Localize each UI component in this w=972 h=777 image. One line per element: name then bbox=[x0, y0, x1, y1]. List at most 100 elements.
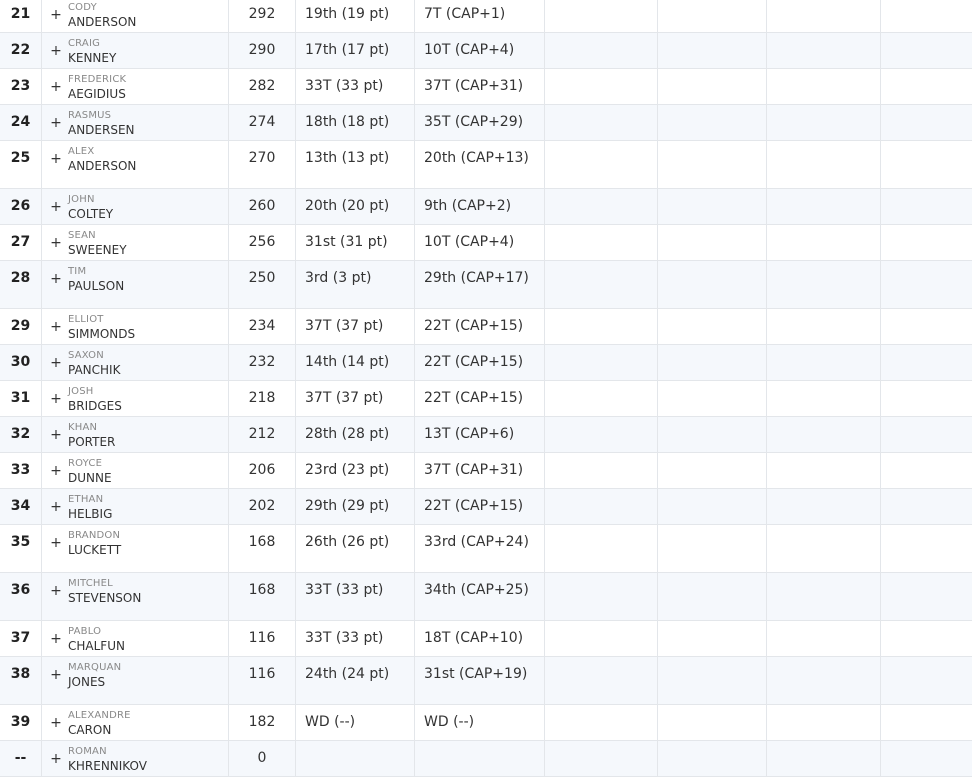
expand-plus-icon[interactable]: + bbox=[44, 584, 68, 598]
expand-plus-icon[interactable]: + bbox=[44, 356, 68, 370]
empty-cell bbox=[767, 525, 881, 573]
position: 31 bbox=[11, 390, 30, 406]
expand-plus-icon[interactable]: + bbox=[44, 272, 68, 286]
position-cell: 28 bbox=[0, 261, 42, 309]
round2-cell: 22T (CAP+15) bbox=[415, 309, 545, 345]
position: 35 bbox=[11, 534, 30, 550]
total-points-cell: 270 bbox=[229, 141, 296, 189]
total-points: 202 bbox=[249, 498, 276, 514]
round2-cell: 29th (CAP+17) bbox=[415, 261, 545, 309]
table-row: 36 + Mitchel Stevenson 168 33T (33 pt) 3… bbox=[0, 573, 972, 621]
player-last-name[interactable]: Anderson bbox=[68, 158, 136, 174]
expand-plus-icon[interactable]: + bbox=[44, 236, 68, 250]
player-cell: + Sean Sweeney bbox=[42, 225, 229, 261]
position-cell: 34 bbox=[0, 489, 42, 525]
player-first-name[interactable]: Tim bbox=[68, 266, 124, 278]
player-last-name[interactable]: Helbig bbox=[68, 506, 112, 522]
round2-cell: 22T (CAP+15) bbox=[415, 489, 545, 525]
empty-cell bbox=[545, 453, 658, 489]
position: 29 bbox=[11, 318, 30, 334]
expand-plus-icon[interactable]: + bbox=[44, 500, 68, 514]
expand-plus-icon[interactable]: + bbox=[44, 668, 68, 682]
empty-cell bbox=[881, 33, 972, 69]
expand-plus-icon[interactable]: + bbox=[44, 428, 68, 442]
expand-plus-icon[interactable]: + bbox=[44, 392, 68, 406]
round1-result: 3rd (3 pt) bbox=[305, 270, 371, 286]
position: 23 bbox=[11, 78, 30, 94]
player-first-name[interactable]: Alex bbox=[68, 146, 136, 158]
expand-plus-icon[interactable]: + bbox=[44, 80, 68, 94]
player-last-name[interactable]: Jones bbox=[68, 674, 121, 690]
expand-plus-icon[interactable]: + bbox=[44, 200, 68, 214]
round2-cell: WD (--) bbox=[415, 705, 545, 741]
player-last-name[interactable]: Aegidius bbox=[68, 86, 126, 102]
player-last-name[interactable]: Caron bbox=[68, 722, 131, 738]
total-points-cell: 168 bbox=[229, 525, 296, 573]
expand-plus-icon[interactable]: + bbox=[44, 320, 68, 334]
player-first-name[interactable]: Saxon bbox=[68, 350, 120, 362]
player-first-name[interactable]: Pablo bbox=[68, 626, 125, 638]
total-points: 168 bbox=[249, 534, 276, 550]
player-first-name[interactable]: Roman bbox=[68, 746, 147, 758]
round2-cell: 33rd (CAP+24) bbox=[415, 525, 545, 573]
expand-plus-icon[interactable]: + bbox=[44, 116, 68, 130]
expand-plus-icon[interactable]: + bbox=[44, 752, 68, 766]
player-last-name[interactable]: Coltey bbox=[68, 206, 113, 222]
player-last-name[interactable]: Paulson bbox=[68, 278, 124, 294]
empty-cell bbox=[658, 489, 767, 525]
expand-plus-icon[interactable]: + bbox=[44, 632, 68, 646]
player-first-name[interactable]: Sean bbox=[68, 230, 127, 242]
empty-cell bbox=[767, 33, 881, 69]
player-first-name[interactable]: Cody bbox=[68, 2, 136, 14]
player-first-name[interactable]: Rasmus bbox=[68, 110, 135, 122]
player-first-name[interactable]: Brandon bbox=[68, 530, 121, 542]
round2-cell: 18T (CAP+10) bbox=[415, 621, 545, 657]
empty-cell bbox=[545, 621, 658, 657]
position: 38 bbox=[11, 666, 30, 682]
expand-plus-icon[interactable]: + bbox=[44, 44, 68, 58]
player-first-name[interactable]: Elliot bbox=[68, 314, 135, 326]
empty-cell bbox=[881, 489, 972, 525]
player-last-name[interactable]: Anderson bbox=[68, 14, 136, 30]
player-last-name[interactable]: Dunne bbox=[68, 470, 112, 486]
empty-cell bbox=[658, 105, 767, 141]
position: 30 bbox=[11, 354, 30, 370]
player-last-name[interactable]: Andersen bbox=[68, 122, 135, 138]
round2-result: WD (--) bbox=[424, 714, 474, 730]
player-first-name[interactable]: Marquan bbox=[68, 662, 121, 674]
player-first-name[interactable]: Frederick bbox=[68, 74, 126, 86]
player-first-name[interactable]: Craig bbox=[68, 38, 116, 50]
player-first-name[interactable]: Ethan bbox=[68, 494, 112, 506]
player-first-name[interactable]: Royce bbox=[68, 458, 112, 470]
expand-plus-icon[interactable]: + bbox=[44, 716, 68, 730]
expand-plus-icon[interactable]: + bbox=[44, 152, 68, 166]
total-points-cell: 234 bbox=[229, 309, 296, 345]
empty-cell bbox=[881, 189, 972, 225]
position-cell: 25 bbox=[0, 141, 42, 189]
player-first-name[interactable]: John bbox=[68, 194, 113, 206]
player-last-name[interactable]: Chalfun bbox=[68, 638, 125, 654]
round2-cell: 7T (CAP+1) bbox=[415, 0, 545, 33]
round2-cell: 20th (CAP+13) bbox=[415, 141, 545, 189]
player-last-name[interactable]: Stevenson bbox=[68, 590, 141, 606]
total-points: 292 bbox=[249, 6, 276, 22]
round1-cell: 20th (20 pt) bbox=[296, 189, 415, 225]
player-last-name[interactable]: Bridges bbox=[68, 398, 122, 414]
expand-plus-icon[interactable]: + bbox=[44, 464, 68, 478]
player-last-name[interactable]: Simmonds bbox=[68, 326, 135, 342]
player-first-name[interactable]: Josh bbox=[68, 386, 122, 398]
player-first-name[interactable]: Khan bbox=[68, 422, 115, 434]
player-first-name[interactable]: Alexandre bbox=[68, 710, 131, 722]
player-last-name[interactable]: Porter bbox=[68, 434, 115, 450]
expand-plus-icon[interactable]: + bbox=[44, 8, 68, 22]
player-last-name[interactable]: Luckett bbox=[68, 542, 121, 558]
player-last-name[interactable]: Sweeney bbox=[68, 242, 127, 258]
position: 34 bbox=[11, 498, 30, 514]
expand-plus-icon[interactable]: + bbox=[44, 536, 68, 550]
table-row: 29 + Elliot Simmonds 234 37T (37 pt) 22T… bbox=[0, 309, 972, 345]
round2-result: 22T (CAP+15) bbox=[424, 354, 523, 370]
player-last-name[interactable]: Panchik bbox=[68, 362, 120, 378]
player-first-name[interactable]: Mitchel bbox=[68, 578, 141, 590]
player-last-name[interactable]: Kenney bbox=[68, 50, 116, 66]
empty-cell bbox=[545, 657, 658, 705]
